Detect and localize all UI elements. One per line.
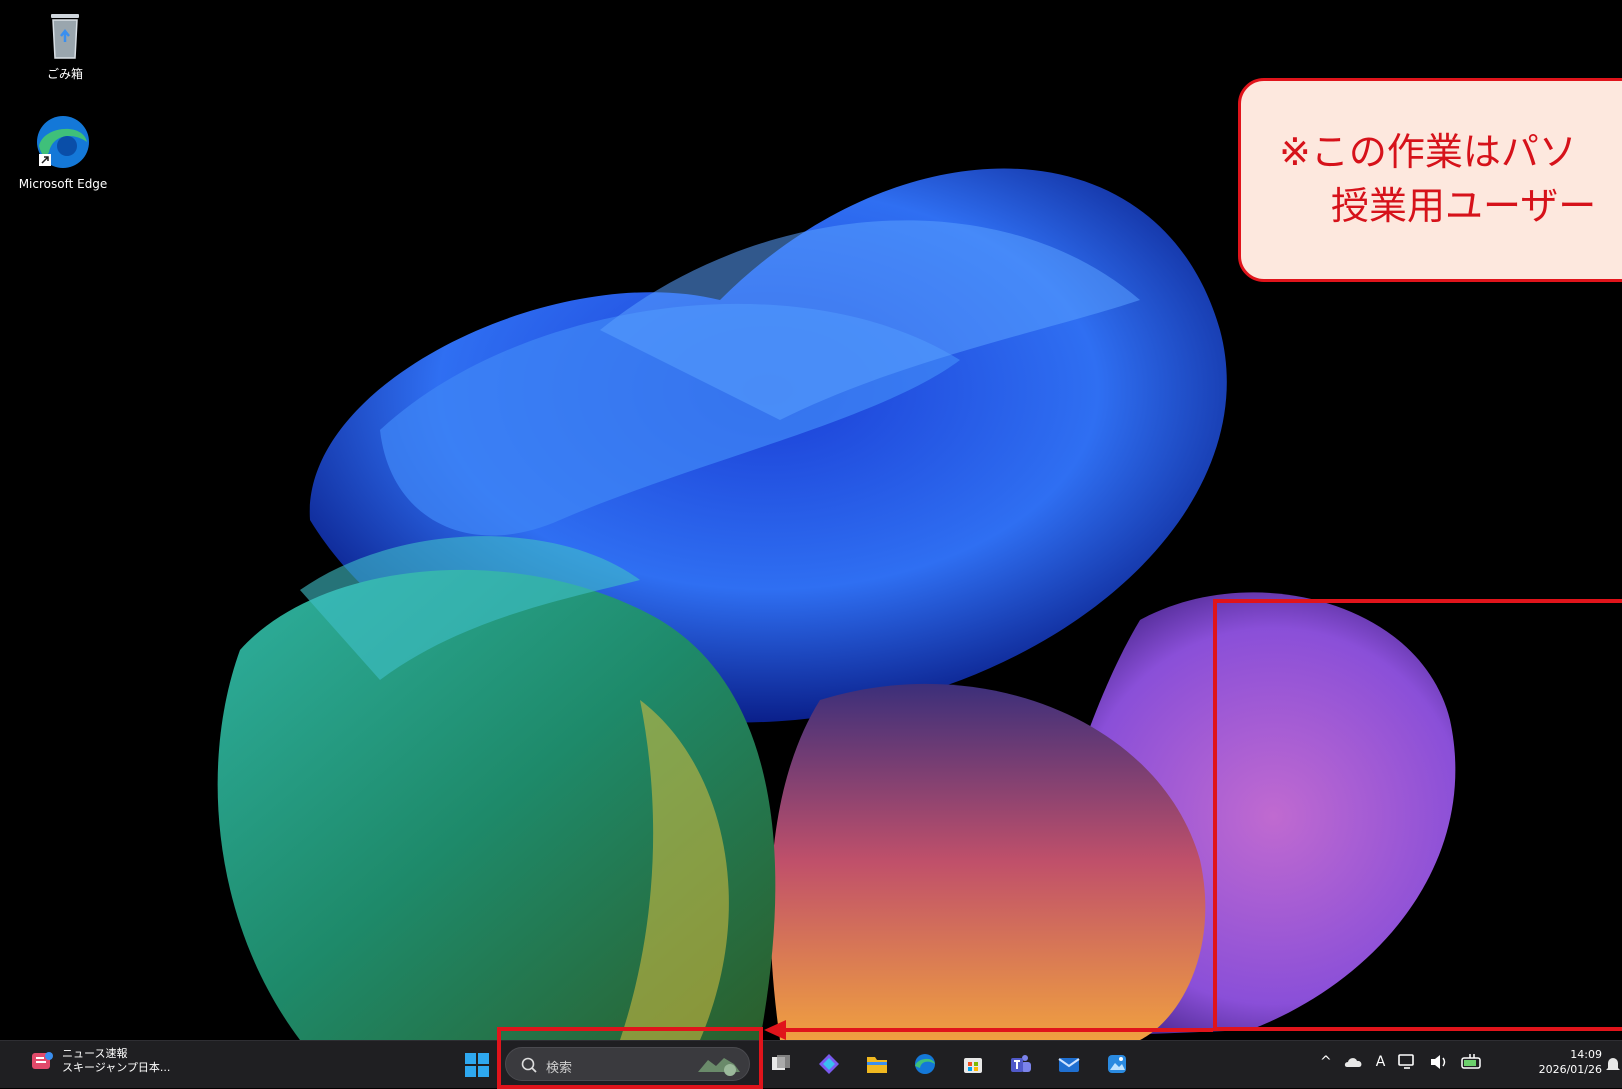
edge-icon — [37, 116, 89, 168]
clock-time: 14:09 — [1570, 1048, 1602, 1061]
widget-subtitle: スキージャンプ日本... — [62, 1061, 171, 1074]
notification-button[interactable] — [1605, 1055, 1621, 1077]
taskbar-clock[interactable]: 14:09 2026/01/26 — [1520, 1047, 1602, 1077]
taskbar: ニュース速報 スキージャンプ日本... 検索 ^ A 14:09 2026/01… — [0, 1027, 1622, 1089]
notification-bell-icon — [1606, 1058, 1620, 1070]
store-icon — [964, 1058, 982, 1073]
file-explorer-icon — [867, 1057, 887, 1073]
desktop-icon-recycle-bin[interactable]: ごみ箱 — [20, 8, 110, 82]
start-button[interactable] — [464, 1052, 490, 1082]
search-highlight-box — [497, 1027, 763, 1089]
photos-icon — [1108, 1055, 1126, 1073]
teams-icon — [1011, 1055, 1031, 1072]
mail-icon — [1058, 1058, 1080, 1072]
instruction-callout: ※この作業はパソ 授業用ユーザー — [1238, 78, 1622, 282]
taskbar-file-explorer[interactable] — [862, 1049, 892, 1079]
ime-indicator[interactable]: A — [1376, 1054, 1386, 1070]
news-icon — [32, 1052, 53, 1069]
news-widget[interactable]: ニュース速報 スキージャンプ日本... — [30, 1047, 170, 1075]
taskbar-copilot[interactable] — [814, 1049, 844, 1079]
clock-date: 2026/01/26 — [1538, 1063, 1602, 1076]
desktop-icon-edge[interactable]: Microsoft Edge — [18, 112, 108, 191]
system-tray: ^ A — [1320, 1053, 1483, 1071]
callout-line-2: 授業用ユーザー — [1331, 184, 1597, 228]
taskbar-photos[interactable] — [1102, 1049, 1132, 1079]
network-icon[interactable] — [1397, 1053, 1417, 1071]
recycle-bin-icon — [51, 14, 79, 59]
desktop-icon-label: Microsoft Edge — [18, 177, 108, 191]
taskbar-store[interactable] — [958, 1049, 988, 1079]
edge-icon — [915, 1054, 935, 1074]
taskbar-mail[interactable] — [1054, 1049, 1084, 1079]
windows-icon — [465, 1053, 489, 1077]
callout-line-1: ※この作業はパソ — [1279, 130, 1577, 174]
taskbar-task-view[interactable] — [766, 1049, 796, 1079]
taskbar-teams[interactable] — [1006, 1049, 1036, 1079]
battery-icon[interactable] — [1461, 1054, 1483, 1070]
widget-title: ニュース速報 — [62, 1047, 128, 1060]
highlight-box — [1213, 599, 1622, 1031]
desktop-icon-label: ごみ箱 — [46, 67, 83, 81]
task-view-icon — [772, 1055, 790, 1070]
onedrive-icon[interactable] — [1344, 1054, 1364, 1070]
taskbar-edge[interactable] — [910, 1049, 940, 1079]
volume-icon[interactable] — [1429, 1053, 1449, 1071]
pinned-apps — [766, 1049, 1132, 1079]
desktop: ごみ箱 Microsoft Edge ※この作業はパソ 授業用ユーザー — [0, 0, 1622, 1040]
tray-overflow-chevron-icon[interactable]: ^ — [1320, 1054, 1332, 1070]
copilot-icon — [819, 1054, 839, 1074]
